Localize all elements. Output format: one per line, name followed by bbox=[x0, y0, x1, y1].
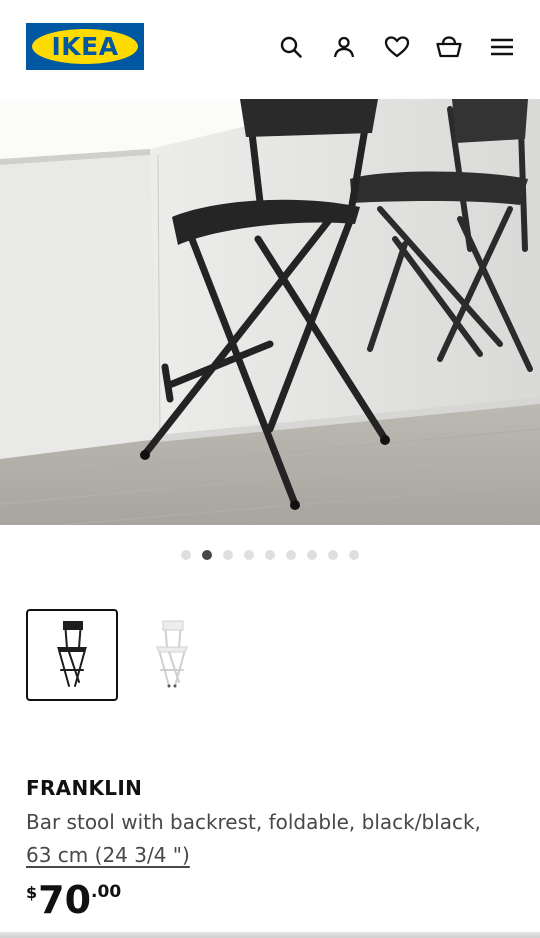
product-name: FRANKLIN bbox=[26, 776, 143, 800]
product-description: Bar stool with backrest, foldable, black… bbox=[26, 810, 481, 834]
bottom-bar-edge bbox=[0, 932, 540, 938]
bar-stool-photo bbox=[0, 99, 540, 525]
thumbnail-white[interactable] bbox=[126, 609, 218, 701]
carousel-dot-4[interactable] bbox=[244, 550, 254, 560]
site-header: IKEA bbox=[0, 0, 540, 99]
carousel-dot-5[interactable] bbox=[265, 550, 275, 560]
product-description-block: Bar stool with backrest, foldable, black… bbox=[26, 806, 496, 872]
favorites-button[interactable] bbox=[382, 32, 412, 62]
account-button[interactable] bbox=[329, 32, 359, 62]
carousel-dot-2[interactable] bbox=[202, 550, 212, 560]
cart-button[interactable] bbox=[434, 32, 464, 62]
search-button[interactable] bbox=[276, 32, 306, 62]
carousel-dot-8[interactable] bbox=[328, 550, 338, 560]
price-currency: $ bbox=[26, 883, 38, 902]
carousel-dot-3[interactable] bbox=[223, 550, 233, 560]
carousel-dot-9[interactable] bbox=[349, 550, 359, 560]
account-icon bbox=[333, 36, 355, 58]
price-integer: 70 bbox=[38, 878, 92, 922]
product-size-link[interactable]: 63 cm (24 3/4 ") bbox=[26, 843, 190, 867]
carousel-dot-6[interactable] bbox=[286, 550, 296, 560]
carousel-dots bbox=[0, 550, 540, 562]
menu-icon bbox=[491, 38, 513, 56]
carousel-dot-1[interactable] bbox=[181, 550, 191, 560]
black-stool-thumbnail-image bbox=[57, 621, 87, 687]
product-main-image[interactable] bbox=[0, 99, 540, 525]
ikea-logo[interactable]: IKEA bbox=[26, 23, 144, 70]
thumbnail-black[interactable] bbox=[26, 609, 118, 701]
logo-oval: IKEA bbox=[32, 29, 138, 64]
product-price: $ 70 .00 bbox=[26, 876, 121, 924]
search-icon bbox=[280, 36, 302, 58]
white-stool-thumbnail-image bbox=[156, 620, 188, 688]
carousel-dot-7[interactable] bbox=[307, 550, 317, 560]
heart-icon bbox=[384, 36, 410, 58]
logo-text: IKEA bbox=[51, 32, 119, 61]
price-decimal: .00 bbox=[91, 882, 122, 902]
cart-icon bbox=[436, 36, 462, 58]
menu-button[interactable] bbox=[487, 32, 517, 62]
